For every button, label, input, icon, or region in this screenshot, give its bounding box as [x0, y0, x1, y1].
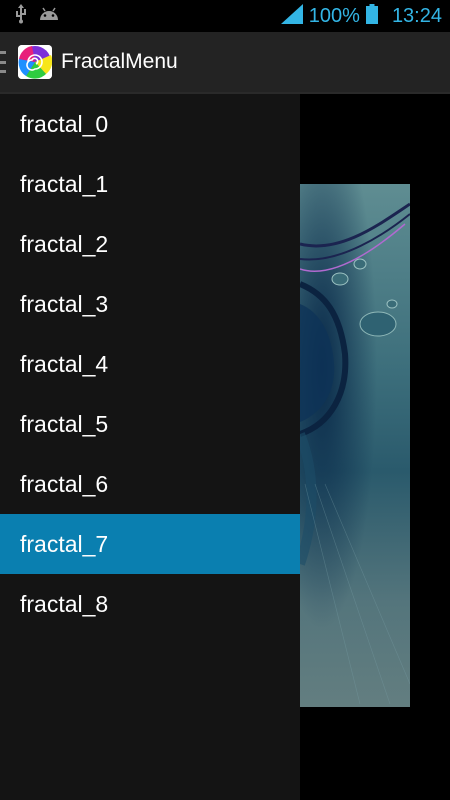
drawer-indicator-icon[interactable] [0, 51, 6, 73]
drawer-item-fractal-6[interactable]: fractal_6 [0, 454, 300, 514]
signal-icon [280, 3, 303, 29]
drawer-item-fractal-5[interactable]: fractal_5 [0, 394, 300, 454]
app-title[interactable]: FractalMenu [61, 50, 178, 74]
drawer-item-fractal-0[interactable]: fractal_0 [0, 94, 300, 154]
action-bar: FractalMenu [0, 32, 450, 94]
android-debug-icon [38, 6, 60, 27]
battery-icon [365, 3, 378, 29]
drawer-item-fractal-1[interactable]: fractal_1 [0, 154, 300, 214]
status-left-icons [0, 3, 60, 29]
drawer-item-fractal-3[interactable]: fractal_3 [0, 274, 300, 334]
status-bar: 100% 13:24 [0, 0, 450, 32]
fractal-app-icon[interactable] [18, 45, 52, 79]
clock: 13:24 [391, 4, 442, 27]
drawer-item-fractal-8[interactable]: fractal_8 [0, 574, 300, 634]
navigation-drawer: fractal_0 fractal_1 fractal_2 fractal_3 … [0, 94, 300, 800]
status-right-icons: 100% 13:24 [280, 3, 450, 29]
drawer-item-fractal-7[interactable]: fractal_7 [0, 514, 300, 574]
app-screen: 100% 13:24 FractalMenu fractal_0 fractal… [0, 0, 450, 800]
drawer-item-fractal-2[interactable]: fractal_2 [0, 214, 300, 274]
battery-percent: 100% [308, 4, 360, 27]
usb-icon [14, 3, 28, 29]
fractal-image [300, 184, 410, 707]
drawer-list: fractal_0 fractal_1 fractal_2 fractal_3 … [0, 94, 300, 634]
drawer-item-fractal-4[interactable]: fractal_4 [0, 334, 300, 394]
